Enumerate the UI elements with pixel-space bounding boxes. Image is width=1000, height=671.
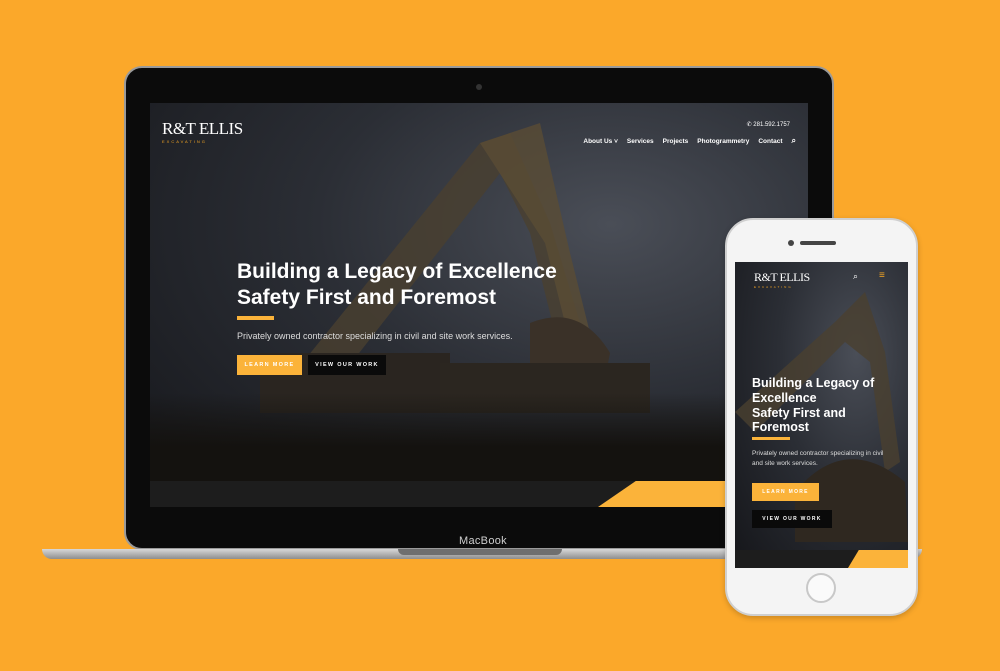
nav-projects[interactable]: Projects [663, 138, 689, 145]
phone-speaker [800, 241, 836, 245]
hamburger-menu-icon[interactable]: ≡ [879, 270, 885, 281]
mobile-learn-more-button[interactable]: LEARN MORE [752, 483, 819, 501]
mobile-search-icon[interactable]: ⌕ [853, 271, 858, 282]
nav-contact[interactable]: Contact [758, 138, 782, 145]
site-logo[interactable]: R&T ELLIS EXCAVATING [162, 119, 243, 144]
laptop-camera [476, 84, 482, 90]
phone-camera [788, 240, 794, 246]
laptop-screen: R&T ELLIS EXCAVATING ✆ 281.592.1757 Abou… [150, 103, 808, 507]
phone-number[interactable]: ✆ 281.592.1757 [747, 121, 790, 128]
hero-heading: Building a Legacy of Excellence Safety F… [237, 260, 557, 310]
heading-underline [237, 316, 274, 320]
phone-home-button[interactable] [806, 573, 836, 603]
laptop-notch [398, 549, 562, 555]
main-nav: About Us ˅ Services Projects Photogramme… [574, 136, 796, 146]
phone-screen: R&T ELLIS EXCAVATING ⌕ ≡ Building a Lega… [735, 262, 908, 568]
learn-more-button[interactable]: LEARN MORE [237, 355, 302, 375]
mobile-heading-underline [752, 437, 790, 440]
ground [150, 393, 808, 483]
nav-services[interactable]: Services [627, 138, 654, 145]
nav-about[interactable]: About Us ˅ [583, 138, 618, 145]
mobile-logo[interactable]: R&T ELLIS EXCAVATING [754, 270, 810, 289]
hero-text: Privately owned contractor specializing … [237, 331, 513, 341]
view-work-button[interactable]: VIEW OUR WORK [308, 355, 386, 375]
laptop-brand: MacBook [459, 535, 507, 547]
mobile-hero-text: Privately owned contractor specializing … [752, 450, 884, 468]
mobile-view-work-button[interactable]: VIEW OUR WORK [752, 510, 832, 528]
mobile-hero-heading: Building a Legacy of Excellence Safety F… [752, 376, 875, 435]
search-icon[interactable]: ⌕ [792, 136, 796, 146]
nav-photogrammetry[interactable]: Photogrammetry [697, 138, 749, 145]
